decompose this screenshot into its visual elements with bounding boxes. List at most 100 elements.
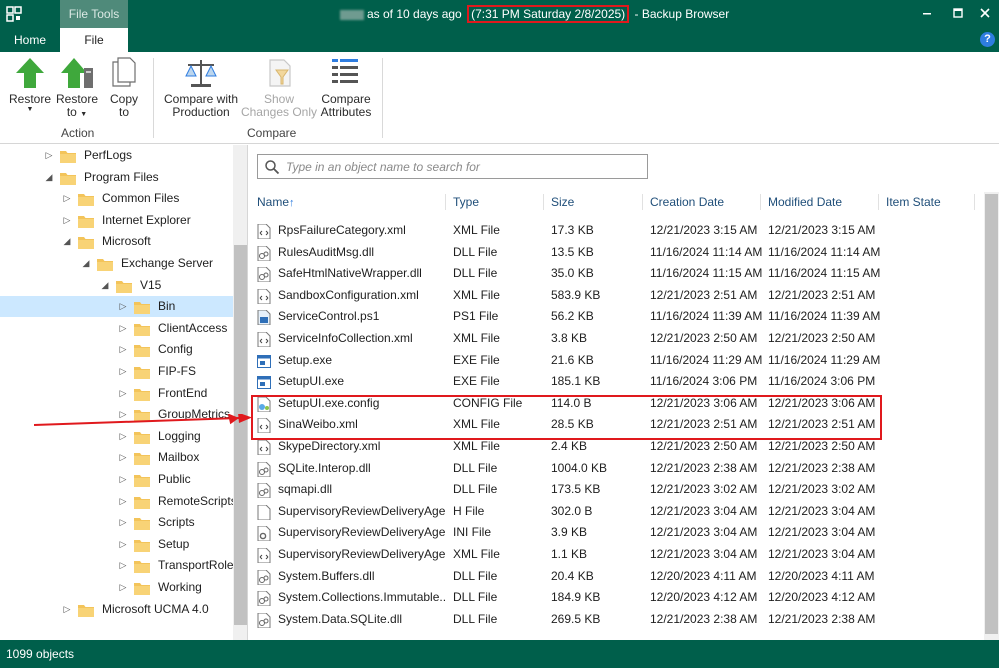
tree-item-perflogs[interactable]: ▷ PerfLogs xyxy=(0,145,233,166)
minimize-icon[interactable] xyxy=(920,6,934,20)
collapsed-chevron-icon[interactable]: ▷ xyxy=(118,426,128,447)
restore-button[interactable]: Restore ▼ xyxy=(8,56,52,114)
partial-row-cut xyxy=(257,212,437,220)
collapsed-chevron-icon[interactable]: ▷ xyxy=(118,447,128,468)
table-row[interactable]: System.Buffers.dll DLL File 20.4 KB 12/20/2… xyxy=(249,566,984,588)
table-row[interactable]: System.Data.SQLite.dll DLL File 269.5 KB 12… xyxy=(249,609,984,631)
tree-item-setup[interactable]: ▷ Setup xyxy=(0,534,233,555)
tree-item-microsoft[interactable]: ◢ Microsoft xyxy=(0,231,233,252)
table-row[interactable]: ServiceInfoCollection.xml XML File 3.8 KB 1… xyxy=(249,328,984,350)
tree-item-internet-explorer[interactable]: ▷ Internet Explorer xyxy=(0,210,233,231)
table-row[interactable]: RulesAuditMsg.dll DLL File 13.5 KB 11/16/20… xyxy=(249,242,984,264)
tree-item-scripts[interactable]: ▷ Scripts xyxy=(0,512,233,533)
expanded-chevron-icon[interactable]: ◢ xyxy=(44,167,54,188)
column-header-modified-date[interactable]: Modified Date xyxy=(760,192,878,212)
cell-modified: 11/16/2024 11:14 AM xyxy=(768,244,880,259)
dll-file-icon xyxy=(257,461,271,478)
tree-scrollbar-thumb[interactable] xyxy=(234,245,247,625)
tree-item-v15[interactable]: ◢ V15 xyxy=(0,275,233,296)
maximize-icon[interactable] xyxy=(951,6,965,20)
cell-modified: 11/16/2024 11:29 AM xyxy=(768,352,880,367)
copy-icon xyxy=(112,57,136,87)
expanded-chevron-icon[interactable]: ◢ xyxy=(100,275,110,296)
table-row[interactable]: SupervisoryReviewDeliveryAge... INI File 3… xyxy=(249,522,984,544)
column-header-name[interactable]: Name↑ xyxy=(249,192,445,212)
close-icon[interactable] xyxy=(978,6,992,20)
tree-item-working[interactable]: ▷ Working xyxy=(0,577,233,598)
table-row[interactable]: SinaWeibo.xml XML File 28.5 KB 12/21/2023 2… xyxy=(249,414,984,436)
cell-type: DLL File xyxy=(453,482,498,497)
table-row[interactable]: SQLite.Interop.dll DLL File 1004.0 KB 12/21… xyxy=(249,458,984,480)
tree-item-logging[interactable]: ▷ Logging xyxy=(0,426,233,447)
collapsed-chevron-icon[interactable]: ▷ xyxy=(118,383,128,404)
table-row[interactable]: sqmapi.dll DLL File 173.5 KB 12/21/2023 3:0… xyxy=(249,479,984,501)
column-header-type[interactable]: Type xyxy=(445,192,543,212)
tab-file[interactable]: File xyxy=(60,28,128,52)
folder-icon xyxy=(134,581,150,595)
file-list-scrollbar-thumb[interactable] xyxy=(985,194,998,634)
tree-item-public[interactable]: ▷ Public xyxy=(0,469,233,490)
collapsed-chevron-icon[interactable]: ▷ xyxy=(62,210,72,231)
column-divider[interactable] xyxy=(974,194,975,210)
table-row[interactable]: SandboxConfiguration.xml XML File 583.9 KB… xyxy=(249,285,984,307)
collapsed-chevron-icon[interactable]: ▷ xyxy=(118,534,128,555)
collapsed-chevron-icon[interactable]: ▷ xyxy=(118,469,128,490)
tree-item-bin[interactable]: ▷ Bin xyxy=(0,296,233,318)
tree-item-fip-fs[interactable]: ▷ FIP-FS xyxy=(0,361,233,382)
table-row[interactable]: RpsFailureCategory.xml XML File 17.3 KB 12/… xyxy=(249,220,984,242)
tab-home[interactable]: Home xyxy=(0,28,60,52)
tree-scrollbar[interactable] xyxy=(233,145,247,640)
tree-item-remotescripts[interactable]: ▷ RemoteScripts xyxy=(0,491,237,512)
compare-with-production-button[interactable]: Compare with Production xyxy=(162,56,240,119)
collapsed-chevron-icon[interactable]: ▷ xyxy=(118,296,128,317)
xml-file-icon xyxy=(257,417,271,434)
ribbon-separator xyxy=(153,58,154,138)
collapsed-chevron-icon[interactable]: ▷ xyxy=(118,361,128,382)
tree-item-config[interactable]: ▷ Config xyxy=(0,339,233,360)
table-row[interactable]: System.Collections.Immutable... DLL File 1… xyxy=(249,587,984,609)
collapsed-chevron-icon[interactable]: ▷ xyxy=(118,318,128,339)
table-row[interactable]: SkypeDirectory.xml XML File 2.4 KB 12/21/20… xyxy=(249,436,984,458)
show-changes-only-button[interactable]: Show Changes Only xyxy=(240,56,318,119)
tree-item-microsoft-ucma-4-0[interactable]: ▷ Microsoft UCMA 4.0 xyxy=(0,599,233,620)
expanded-chevron-icon[interactable]: ◢ xyxy=(81,253,91,274)
collapsed-chevron-icon[interactable]: ▷ xyxy=(44,145,54,166)
tree-item-frontend[interactable]: ▷ FrontEnd xyxy=(0,383,233,404)
cell-created: 12/21/2023 2:50 AM xyxy=(650,331,758,345)
column-header-item-state[interactable]: Item State xyxy=(878,192,974,212)
tree-item-program-files[interactable]: ◢ Program Files xyxy=(0,167,233,188)
dll-file-icon xyxy=(257,612,271,629)
collapsed-chevron-icon[interactable]: ▷ xyxy=(118,512,128,533)
search-box[interactable] xyxy=(257,154,648,179)
collapsed-chevron-icon[interactable]: ▷ xyxy=(62,188,72,209)
compare-attributes-button[interactable]: Compare Attributes xyxy=(318,56,374,119)
tree-item-transportroles[interactable]: ▷ TransportRoles xyxy=(0,555,240,576)
tree-item-mailbox[interactable]: ▷ Mailbox xyxy=(0,447,233,468)
expanded-chevron-icon[interactable]: ◢ xyxy=(62,231,72,252)
collapsed-chevron-icon[interactable]: ▷ xyxy=(118,491,128,512)
tree-item-label: FrontEnd xyxy=(158,385,208,400)
table-row[interactable]: ServiceControl.ps1 PS1 File 56.2 KB 11/16/2… xyxy=(249,306,984,328)
collapsed-chevron-icon[interactable]: ▷ xyxy=(118,555,128,576)
folder-icon xyxy=(78,235,94,250)
column-header-size[interactable]: Size xyxy=(543,192,642,212)
file-list-scrollbar[interactable] xyxy=(984,192,999,640)
tree-item-common-files[interactable]: ▷ Common Files xyxy=(0,188,233,209)
restore-to-button[interactable]: Restore to ▼ xyxy=(54,56,100,121)
table-row[interactable]: SupervisoryReviewDeliveryAge... XML File 1… xyxy=(249,544,984,566)
search-input[interactable] xyxy=(286,158,641,175)
table-row[interactable]: Setup.exe EXE File 21.6 KB 11/16/2024 11:29… xyxy=(249,350,984,372)
column-header-creation-date[interactable]: Creation Date xyxy=(642,192,760,212)
help-icon[interactable]: ? xyxy=(980,32,995,47)
table-row[interactable]: SupervisoryReviewDeliveryAge... H File 302… xyxy=(249,501,984,523)
collapsed-chevron-icon[interactable]: ▷ xyxy=(62,599,72,620)
tree-item-clientaccess[interactable]: ▷ ClientAccess xyxy=(0,318,233,339)
tree-item-exchange-server[interactable]: ◢ Exchange Server xyxy=(0,253,233,274)
collapsed-chevron-icon[interactable]: ▷ xyxy=(118,577,128,598)
table-row[interactable]: SetupUI.exe EXE File 185.1 KB 11/16/2024 3:… xyxy=(249,371,984,393)
collapsed-chevron-icon[interactable]: ▷ xyxy=(118,339,128,360)
table-row-partial[interactable] xyxy=(249,212,984,220)
table-row[interactable]: SetupUI.exe.config CONFIG File 114.0 B 12/2… xyxy=(249,393,984,415)
copy-to-button[interactable]: Copy to xyxy=(104,56,144,119)
table-row[interactable]: SafeHtmlNativeWrapper.dll DLL File 35.0 KB… xyxy=(249,263,984,285)
